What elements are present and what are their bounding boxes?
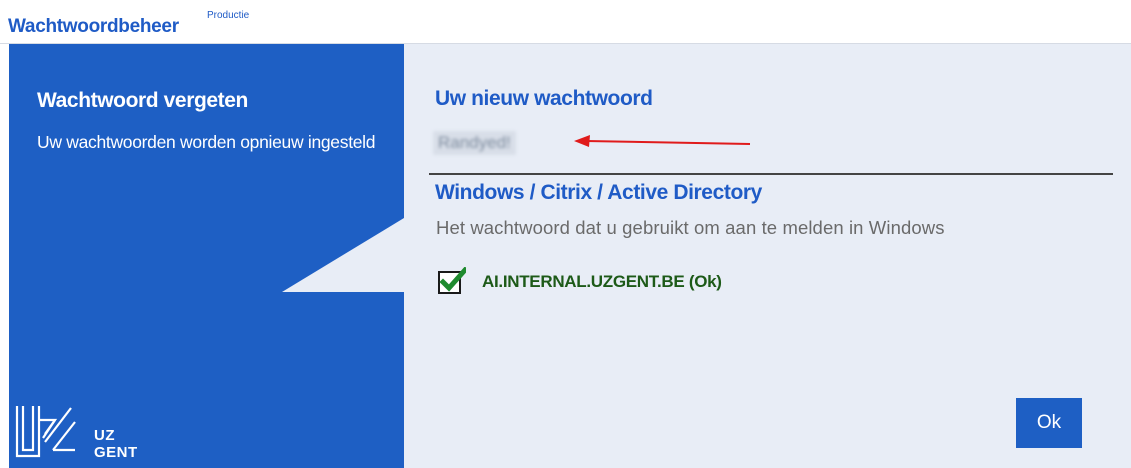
domain-status-label: AI.INTERNAL.UZGENT.BE (Ok)	[482, 272, 722, 291]
uz-gent-logo: UZ GENT	[9, 404, 179, 468]
ok-button[interactable]: Ok	[1016, 398, 1082, 448]
windows-account-description: Het wachtwoord dat u gebruikt om aan te …	[436, 217, 945, 238]
left-panel-subtitle: Uw wachtwoorden worden opnieuw ingesteld	[37, 132, 376, 152]
left-panel-title: Wachtwoord vergeten	[37, 89, 248, 112]
environment-label: Productie	[207, 10, 250, 21]
new-password-heading: Uw nieuw wachtwoord	[435, 87, 653, 110]
windows-account-heading: Windows / Citrix / Active Directory	[435, 181, 762, 204]
logo-text-line2: GENT	[94, 444, 138, 461]
top-bar: Wachtwoordbeheer Productie	[0, 0, 1131, 44]
checked-checkbox-icon	[438, 267, 466, 294]
red-arrow-icon	[574, 135, 751, 147]
uz-gent-logo-icon	[15, 406, 76, 458]
app-title: Wachtwoordbeheer	[8, 16, 179, 37]
section-divider	[429, 173, 1113, 175]
new-password-value: Randyed!	[433, 131, 516, 155]
logo-text-line1: UZ	[94, 427, 115, 444]
